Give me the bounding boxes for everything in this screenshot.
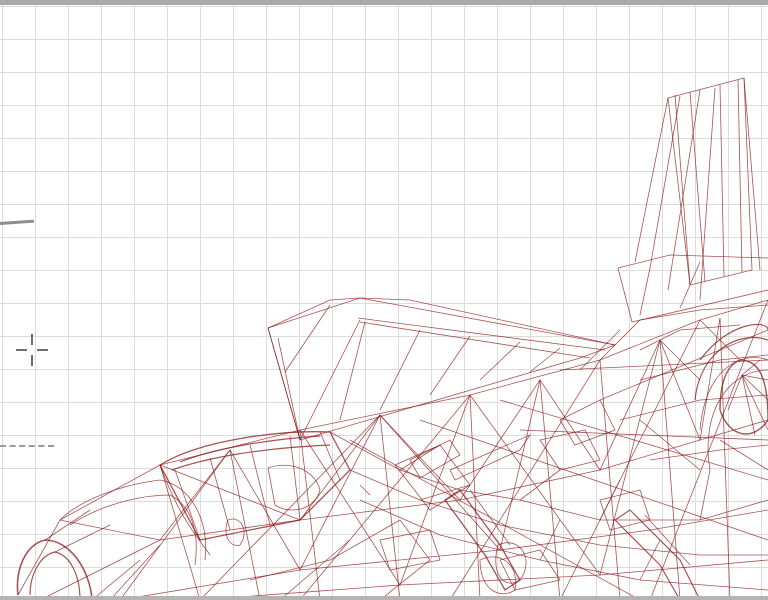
viewport-bottom-border	[0, 596, 768, 600]
3d-viewport[interactable]	[0, 0, 768, 600]
aircraft-wireframe-model[interactable]	[0, 0, 768, 600]
